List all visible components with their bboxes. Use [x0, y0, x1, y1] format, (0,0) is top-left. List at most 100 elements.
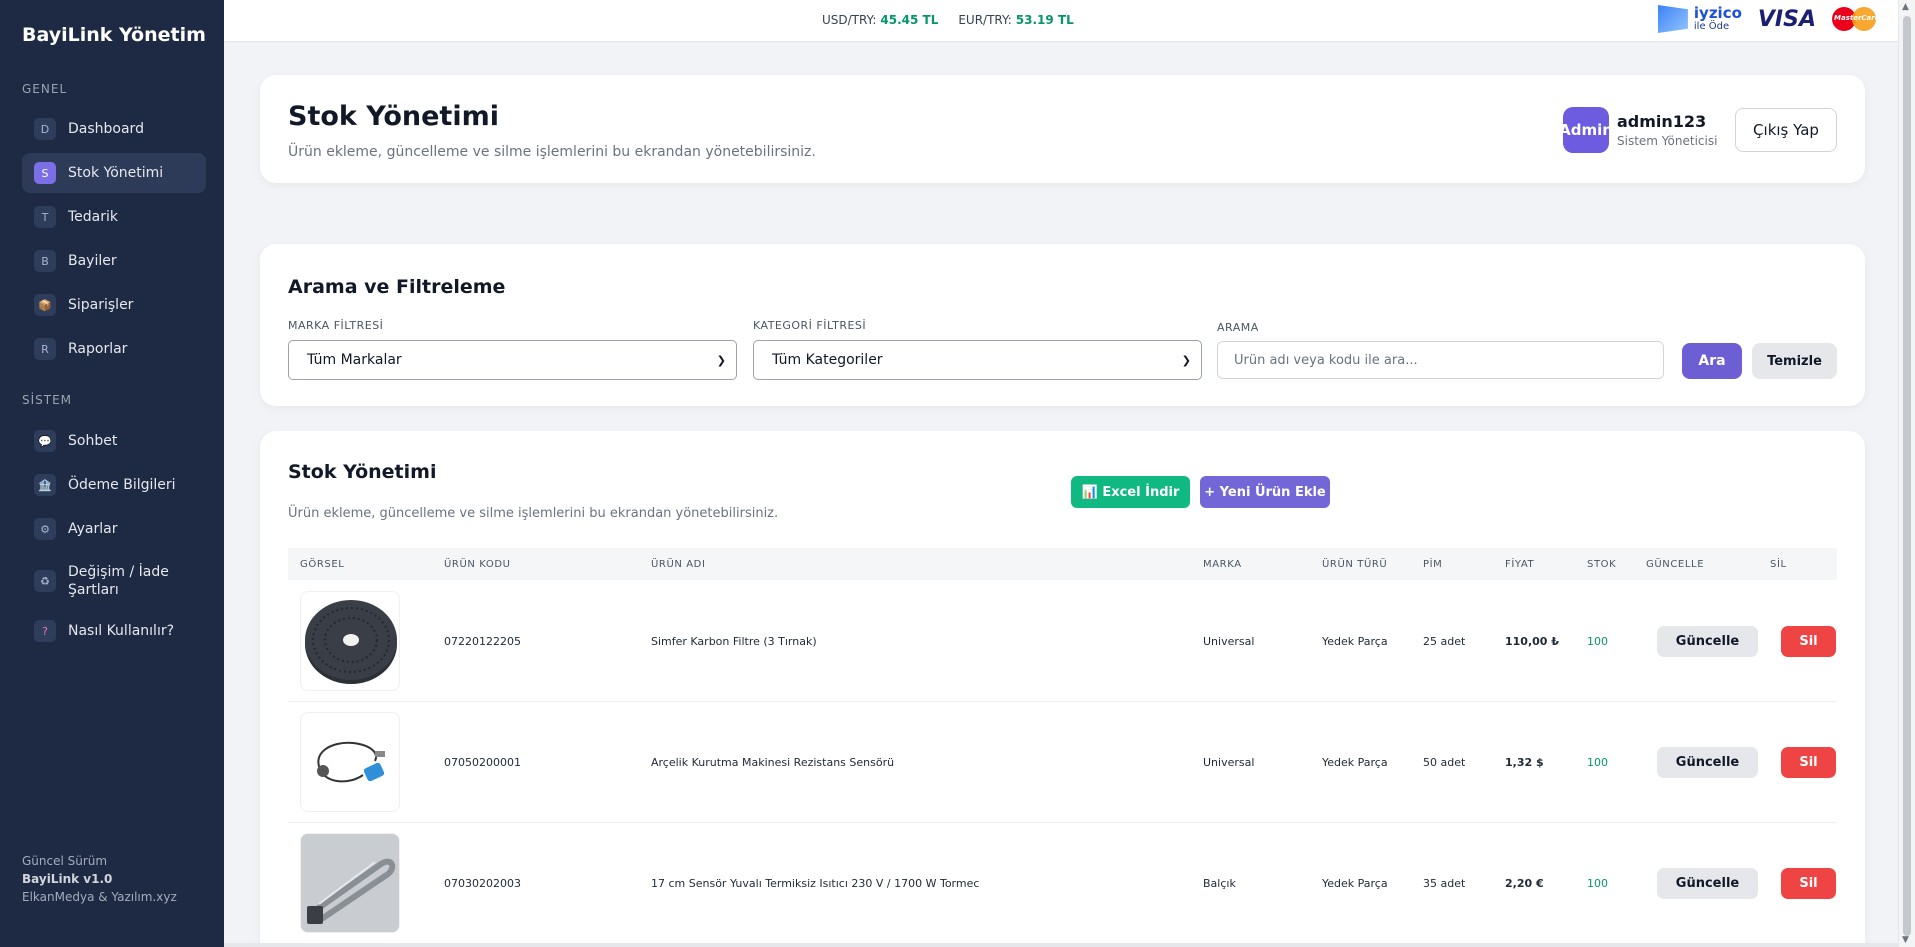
dashboard-icon: D [34, 118, 56, 140]
iyzico-logo: iyzico ile Öde [1657, 5, 1742, 33]
header-card: Stok Yönetimi Ürün ekleme, güncelleme ve… [260, 75, 1865, 183]
sidebar-item-chat[interactable]: 💬 Sohbet [22, 421, 206, 461]
excel-download-button[interactable]: 📊 Excel İndir [1071, 476, 1190, 508]
sidebar-item-label: Ayarlar [68, 521, 118, 537]
sidebar: BayiLink Yönetim GENEL D Dashboard S Sto… [0, 0, 224, 947]
exchange-rates: USD/TRY: 45.45 TL EUR/TRY: 53.19 TL [822, 13, 1074, 27]
product-code: 07030202003 [444, 877, 521, 890]
search-button[interactable]: Ara [1682, 343, 1742, 379]
column-header: ÜRÜN TÜRÜ [1322, 559, 1388, 570]
scroll-up-icon[interactable]: ▲ [1902, 2, 1909, 12]
column-header: STOK [1587, 559, 1617, 570]
sidebar-item-dealers[interactable]: B Bayiler [22, 241, 206, 281]
product-price: 2,20 € [1505, 877, 1544, 890]
page-title: Stok Yönetimi [288, 101, 499, 132]
column-header: GÖRSEL [300, 559, 345, 570]
update-button[interactable]: Güncelle [1657, 747, 1758, 778]
sidebar-item-dashboard[interactable]: D Dashboard [22, 109, 206, 149]
chat-icon: 💬 [34, 430, 56, 452]
product-brand: Balçık [1203, 877, 1236, 890]
usd-value: 45.45 TL [880, 13, 939, 27]
sidebar-item-label: Bayiler [68, 253, 117, 269]
delete-button[interactable]: Sil [1781, 747, 1836, 778]
sidebar-item-label: Stok Yönetimi [68, 165, 164, 181]
search-input[interactable] [1217, 341, 1664, 379]
category-filter-label: KATEGORİ FİLTRESİ [753, 319, 867, 332]
product-pin: 25 adet [1423, 635, 1466, 648]
column-header: ÜRÜN ADI [651, 559, 706, 570]
iyzico-sub: ile Öde [1693, 20, 1730, 32]
stock-icon: S [34, 162, 56, 184]
sidebar-item-payment-info[interactable]: 🏦 Ödeme Bilgileri [22, 465, 206, 505]
mastercard-logo: MasterCard [1832, 5, 1880, 33]
credits: ElkanMedya & Yazılım.xyz [22, 890, 177, 904]
column-header: FİYAT [1505, 559, 1535, 570]
heater-image [301, 834, 399, 932]
sidebar-item-label: Dashboard [68, 121, 144, 137]
clear-button[interactable]: Temizle [1752, 343, 1837, 379]
product-brand: Universal [1203, 756, 1255, 769]
supply-icon: T [34, 206, 56, 228]
sidebar-item-stock[interactable]: S Stok Yönetimi [22, 153, 206, 193]
sidebar-item-label: Siparişler [68, 297, 134, 313]
sidebar-item-label: Değişim / İade Şartları [68, 564, 169, 598]
brand-filter-select[interactable]: Tüm Markalar ❯ [288, 340, 737, 380]
sidebar-item-return-terms[interactable]: ♻ Değişim / İade Şartları [22, 558, 206, 604]
filter-title: Arama ve Filtreleme [288, 276, 506, 298]
scroll-down-icon[interactable]: ▼ [1902, 935, 1909, 945]
sidebar-item-supply[interactable]: T Tedarik [22, 197, 206, 237]
usd-label: USD/TRY: [822, 13, 877, 27]
product-name: Simfer Karbon Filtre (3 Tırnak) [651, 635, 817, 648]
version-info: Güncel Sürüm BayiLink v1.0 ElkanMedya & … [22, 852, 177, 906]
sidebar-item-orders[interactable]: 📦 Siparişler [22, 285, 206, 325]
eur-label: EUR/TRY: [958, 13, 1012, 27]
product-price: 1,32 $ [1505, 756, 1544, 769]
sensor-image [317, 741, 385, 783]
update-button[interactable]: Güncelle [1657, 626, 1758, 657]
product-code: 07050200001 [444, 756, 521, 769]
section-label-general: GENEL [22, 82, 68, 96]
usd-rate: USD/TRY: 45.45 TL [822, 13, 938, 27]
sidebar-item-reports[interactable]: R Raporlar [22, 329, 206, 369]
product-name: 17 cm Sensör Yuvalı Termiksiz Isıtıcı 23… [651, 877, 980, 890]
product-price: 110,00 ₺ [1505, 635, 1559, 648]
product-pin: 50 adet [1423, 756, 1466, 769]
sidebar-item-settings[interactable]: ⚙ Ayarlar [22, 509, 206, 549]
horizontal-scrollbar[interactable] [224, 943, 1898, 947]
table-header: GÖRSEL ÜRÜN KODU ÜRÜN ADI MARKA ÜRÜN TÜR… [288, 548, 1837, 580]
product-type: Yedek Parça [1322, 877, 1388, 890]
delete-button[interactable]: Sil [1781, 868, 1836, 899]
chevron-down-icon: ❯ [716, 353, 726, 367]
page-subtitle: Ürün ekleme, güncelleme ve silme işlemle… [288, 144, 816, 160]
category-filter-select[interactable]: Tüm Kategoriler ❯ [753, 340, 1202, 380]
product-type: Yedek Parça [1322, 635, 1388, 648]
sidebar-item-label: Nasıl Kullanılır? [68, 623, 175, 639]
reports-icon: R [34, 338, 56, 360]
add-product-button[interactable]: + Yeni Ürün Ekle [1200, 476, 1330, 508]
delete-button[interactable]: Sil [1781, 626, 1836, 657]
product-type: Yedek Parça [1322, 756, 1388, 769]
logout-button[interactable]: Çıkış Yap [1735, 108, 1837, 152]
table-row: 07030202003 17 cm Sensör Yuvalı Termiksi… [288, 823, 1837, 944]
vertical-scrollbar[interactable]: ▲ ▼ [1898, 0, 1915, 947]
user-name: admin123 [1617, 112, 1707, 131]
category-filter-value: Tüm Kategoriler [772, 352, 883, 368]
avatar: Admin [1563, 107, 1609, 153]
sidebar-item-help[interactable]: ? Nasıl Kullanılır? [22, 611, 206, 651]
table-row: 07050200001 Arçelik Kurutma Makinesi Rez… [288, 702, 1837, 823]
product-code: 07220122205 [444, 635, 521, 648]
brand-filter-label: MARKA FİLTRESİ [288, 319, 384, 332]
sidebar-item-label: Sohbet [68, 433, 118, 449]
update-button[interactable]: Güncelle [1657, 868, 1758, 899]
scrollbar-thumb[interactable] [1903, 16, 1911, 936]
product-image [300, 833, 400, 933]
user-role: Sistem Yöneticisi [1617, 134, 1718, 148]
eur-value: 53.19 TL [1015, 13, 1074, 27]
brand-title: BayiLink Yönetim [22, 24, 206, 46]
eur-rate: EUR/TRY: 53.19 TL [958, 13, 1073, 27]
product-image [300, 712, 400, 812]
column-header: ÜRÜN KODU [444, 559, 511, 570]
recycle-icon: ♻ [34, 570, 56, 592]
brand-filter-value: Tüm Markalar [307, 352, 402, 368]
sidebar-item-label: Tedarik [68, 209, 119, 225]
